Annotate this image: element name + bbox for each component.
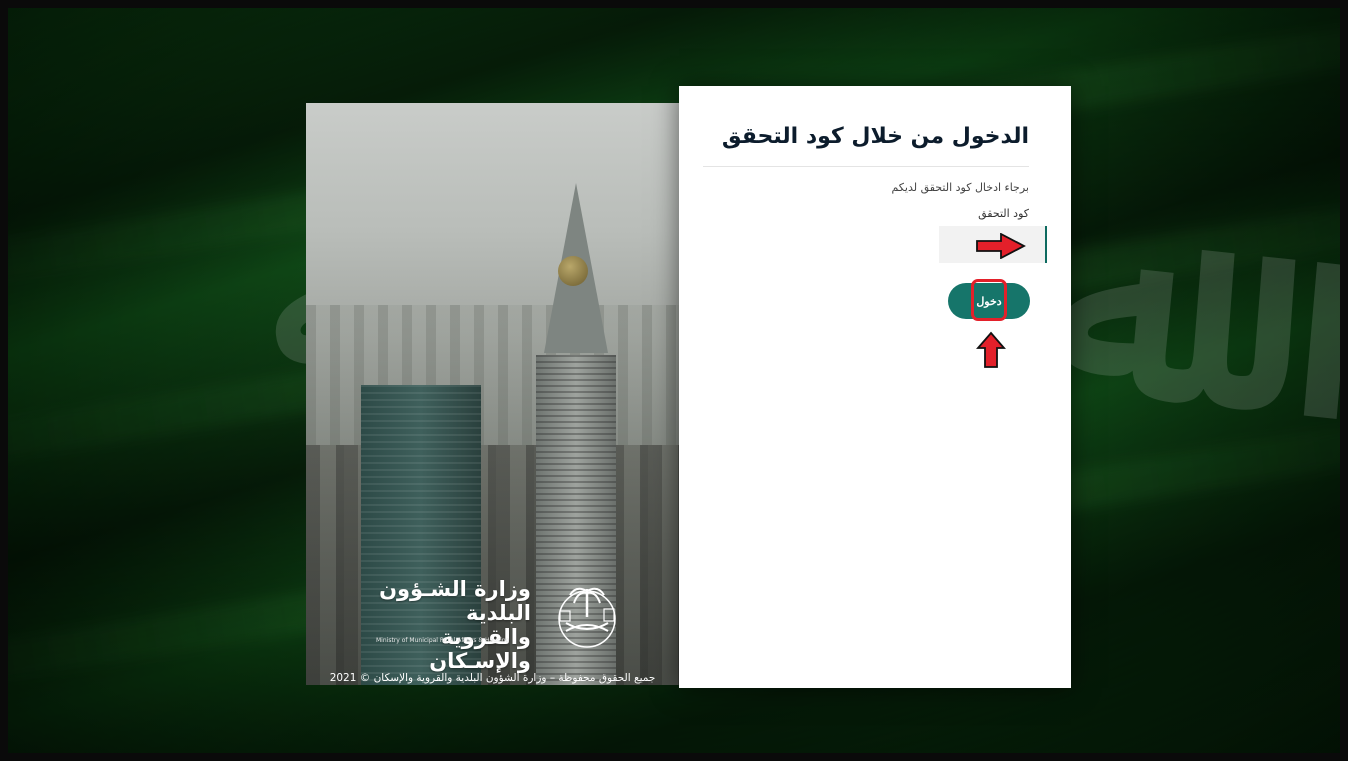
city-photo-panel: وزارة الشـؤون البلدية والقروية والإسـكان… — [306, 103, 679, 685]
ministry-name-arabic: وزارة الشـؤون البلدية والقروية والإسـكان — [361, 577, 531, 673]
arrow-up-icon — [976, 331, 1006, 368]
copyright-text: جميع الحقوق محفوظة – وزارة الشؤون البلدي… — [329, 672, 656, 684]
login-card: الدخول من خلال كود التحقق برجاء ادخال كو… — [679, 86, 1071, 688]
ministry-logo: وزارة الشـؤون البلدية والقروية والإسـكان… — [376, 577, 626, 673]
code-field-label: كود التحقق — [978, 207, 1029, 220]
verification-code-input[interactable] — [939, 226, 1047, 263]
page-title: الدخول من خلال كود التحقق — [721, 124, 1029, 149]
instruction-text: برجاء ادخال كود التحقق لديكم — [891, 181, 1029, 194]
tower-orb — [558, 256, 588, 286]
ministry-name-english: Ministry of Municipal Rural Affairs & Ho… — [376, 637, 510, 644]
ministry-name-line2: والقروية والإسـكان — [429, 625, 531, 673]
ministry-name-line1: وزارة الشـؤون البلدية — [379, 577, 531, 625]
palm-swords-emblem-icon — [558, 587, 616, 648]
login-button[interactable]: دخول — [948, 283, 1030, 319]
title-divider — [703, 166, 1029, 167]
